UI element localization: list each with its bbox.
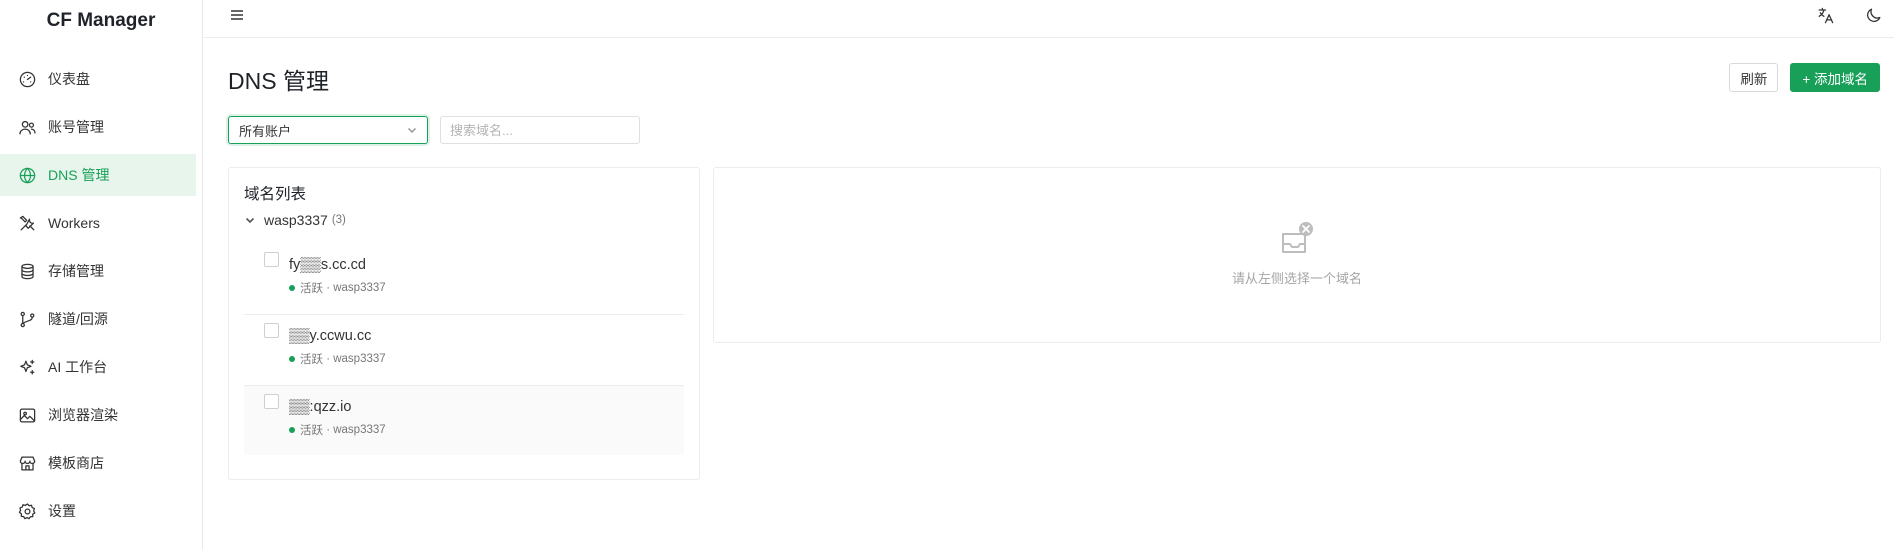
page-actions: 刷新 + 添加域名 [1729,63,1880,92]
account-select[interactable]: 所有账户 [228,116,428,144]
sparkles-icon [17,357,37,377]
account-group-name: wasp3337 [264,212,328,228]
sidebar-item-template-store[interactable]: 模板商店 [0,442,196,484]
domain-list-panel: 域名列表 wasp3337 (3) fy▒▒s.cc.cd 活跃 · wasp3… [228,167,700,480]
sidebar-item-ai-workbench[interactable]: AI 工作台 [0,346,196,388]
empty-inbox-icon [1277,220,1317,260]
database-icon [17,261,37,281]
sidebar-item-workers[interactable]: Workers [0,202,196,244]
top-bar [204,0,1894,38]
domain-list-item[interactable]: fy▒▒s.cc.cd 活跃 · wasp3337 [244,244,684,315]
chevron-down-icon [244,213,258,227]
sidebar-item-label: 设置 [48,503,76,519]
translate-icon[interactable] [1814,4,1836,26]
domain-list-title: 域名列表 [244,186,307,203]
store-icon [17,453,37,473]
status-dot [289,285,295,291]
domain-status: 活跃 [300,283,323,295]
domain-name: ▒▒y.ccwu.cc [289,328,372,344]
sidebar-item-label: AI 工作台 [48,359,108,375]
tools-icon [17,213,37,233]
sidebar-item-storage[interactable]: 存储管理 [0,250,196,292]
top-right-actions [1814,4,1884,26]
sidebar-item-label: 隧道/回源 [48,311,108,327]
domain-checkbox[interactable] [264,394,279,409]
domain-checkbox[interactable] [264,323,279,338]
sidebar-item-label: Workers [48,215,100,231]
meta-separator: · [323,353,334,365]
status-dot [289,427,295,433]
domain-account: wasp3337 [333,353,386,365]
sidebar-item-dns[interactable]: DNS 管理 [0,154,196,196]
account-select-value: 所有账户 [239,123,292,139]
account-group-count: (3) [331,214,346,226]
sidebar-item-label: DNS 管理 [48,167,110,183]
app-logo-title: CF Manager [46,10,156,31]
page-title: DNS 管理 [228,68,329,94]
domain-meta: 活跃 · wasp3337 [289,280,386,296]
domain-account: wasp3337 [333,282,386,294]
sidebar-nav: 仪表盘 账号管理 DNS 管理 Workers 存储管理 隧道/回源 AI 工作… [0,58,202,532]
sidebar-item-accounts[interactable]: 账号管理 [0,106,196,148]
globe-icon [17,165,37,185]
status-dot [289,356,295,362]
empty-state-text: 请从左侧选择一个域名 [1231,271,1362,286]
menu-icon[interactable] [229,7,247,23]
account-group-toggle[interactable]: wasp3337 (3) [244,212,346,228]
git-branch-icon [17,309,37,329]
meta-separator: · [323,424,334,436]
dashboard-icon [17,69,37,89]
domain-name: ▒▒:qzz.io [289,399,352,415]
sidebar-item-dashboard[interactable]: 仪表盘 [0,58,196,100]
sidebar-item-tunnels[interactable]: 隧道/回源 [0,298,196,340]
gear-icon [17,501,37,521]
domain-list: fy▒▒s.cc.cd 活跃 · wasp3337 ▒▒y.ccwu.cc 活跃… [244,244,684,455]
chevron-down-icon [406,124,418,136]
domain-list-item[interactable]: ▒▒y.ccwu.cc 活跃 · wasp3337 [244,315,684,386]
meta-separator: · [323,282,334,294]
sidebar: CF Manager 仪表盘 账号管理 DNS 管理 Workers 存储管理 … [0,0,203,549]
users-icon [17,117,37,137]
image-icon [17,405,37,425]
domain-name: fy▒▒s.cc.cd [289,257,366,273]
domain-list-item[interactable]: ▒▒:qzz.io 活跃 · wasp3337 [244,386,684,455]
main-content: DNS 管理 刷新 + 添加域名 所有账户 域名列表 wasp3337 (3) … [204,38,1894,549]
sidebar-item-label: 浏览器渲染 [48,407,118,423]
refresh-button[interactable]: 刷新 [1729,63,1779,92]
domain-checkbox[interactable] [264,252,279,267]
domain-account: wasp3337 [333,424,386,436]
domain-status: 活跃 [300,425,323,437]
domain-status: 活跃 [300,354,323,366]
domain-detail-panel: 请从左侧选择一个域名 [713,167,1881,343]
sidebar-item-label: 仪表盘 [48,71,90,87]
sidebar-item-label: 账号管理 [48,119,104,135]
sidebar-item-browser-rendering[interactable]: 浏览器渲染 [0,394,196,436]
moon-icon[interactable] [1862,4,1884,26]
empty-state: 请从左侧选择一个域名 [714,220,1880,287]
domain-search-input[interactable] [440,116,640,144]
sidebar-item-label: 模板商店 [48,455,104,471]
sidebar-item-label: 存储管理 [48,263,104,279]
add-domain-button[interactable]: + 添加域名 [1790,63,1880,92]
domain-meta: 活跃 · wasp3337 [289,422,386,438]
sidebar-item-settings[interactable]: 设置 [0,490,196,532]
filters-bar: 所有账户 [228,116,640,144]
domain-meta: 活跃 · wasp3337 [289,351,386,367]
